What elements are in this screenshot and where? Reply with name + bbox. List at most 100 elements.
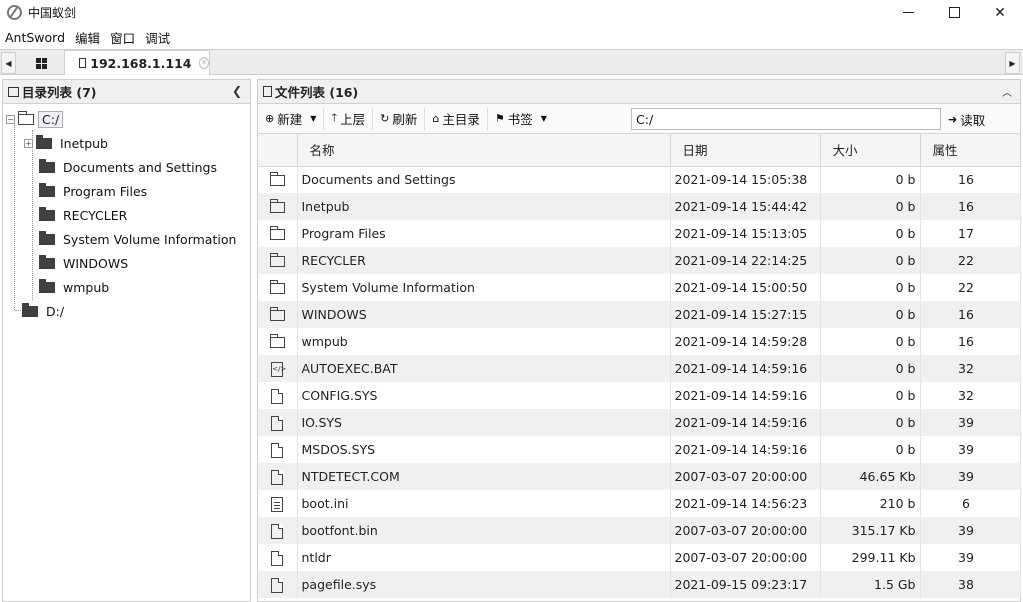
table-row[interactable]: Inetpub 2021-09-14 15:44:42 0 b 16 (258, 193, 1021, 220)
tab-close-icon[interactable]: ✕ (199, 57, 209, 69)
triangle-left-icon: ◀ (5, 58, 12, 68)
cell-name: IO.SYS (297, 409, 671, 436)
folder-icon (39, 230, 55, 245)
window-controls: ✕ (885, 0, 1023, 25)
tab-bar: ◀ 192.168.1.114 ✕ ▶ (0, 49, 1023, 75)
tab-scroll-left-button[interactable]: ◀ (1, 52, 16, 74)
collapse-up-icon[interactable]: ︿ (1002, 84, 1012, 99)
tree-item-documents-and-settings[interactable]: Documents and Settings (39, 155, 217, 179)
file-table-header: 名称 日期 大小 属性 (258, 134, 1021, 167)
collapse-node-icon[interactable]: − (6, 114, 15, 124)
tree-item-windows[interactable]: WINDOWS (39, 251, 128, 275)
table-row[interactable]: RECYCLER 2021-09-14 22:14:25 0 b 22 (258, 247, 1021, 274)
cell-name: System Volume Information (297, 274, 671, 301)
cell-date: 2021-09-14 15:27:15 (670, 301, 821, 328)
table-row[interactable]: ntldr 2007-03-07 20:00:00 299.11 Kb 39 (258, 544, 1021, 571)
triangle-right-icon: ▶ (1009, 58, 1016, 68)
close-button[interactable]: ✕ (977, 0, 1023, 25)
table-row[interactable]: wmpub 2021-09-14 14:59:28 0 b 16 (258, 328, 1021, 355)
cell-icon (258, 382, 298, 409)
tree-item-label: Program Files (63, 183, 148, 199)
table-row[interactable]: CONFIG.SYS 2021-09-14 14:59:16 0 b 32 (258, 382, 1021, 409)
tree-item-label: WINDOWS (63, 255, 129, 271)
cell-name: wmpub (297, 328, 671, 355)
folder-icon (39, 158, 55, 173)
new-button-label: 新建 (277, 112, 303, 127)
cell-date: 2021-09-14 14:59:16 (670, 355, 821, 382)
menu-bar: AntSword 编辑 窗口 调试 (0, 26, 175, 48)
plus-circle-icon: ⊕ (265, 112, 275, 125)
cell-icon (258, 247, 298, 274)
column-header-icon (258, 134, 298, 167)
cell-icon (258, 193, 298, 220)
expand-node-icon[interactable]: + (24, 138, 33, 148)
tree-item-d[interactable]: D:/ (22, 299, 64, 323)
menu-antsword[interactable]: AntSword (0, 30, 70, 45)
column-header-attr[interactable]: 属性 (920, 134, 1021, 167)
collapse-left-icon[interactable]: ❮ (232, 84, 242, 98)
menu-edit[interactable]: 编辑 (70, 28, 105, 47)
tree-item-wmpub[interactable]: wmpub (39, 275, 109, 299)
cell-size: 315.17 Kb (820, 517, 921, 544)
new-button[interactable]: ⊕ 新建 ▼ (258, 107, 325, 130)
table-row[interactable]: NTDETECT.COM 2007-03-07 20:00:00 46.65 Kb 3… (258, 463, 1021, 490)
bookmark-icon: ⚑ (494, 112, 505, 125)
document-icon (79, 58, 87, 68)
read-button[interactable]: ➜ 读取 (948, 108, 985, 130)
tab-shell-label: 192.168.1.114 (90, 55, 192, 71)
folder-icon (269, 280, 285, 294)
path-input[interactable] (631, 108, 941, 130)
column-header-date[interactable]: 日期 (670, 134, 821, 167)
up-button[interactable]: 🡑 上层 (324, 107, 374, 130)
home-icon: ⌂ (432, 112, 440, 125)
cell-date: 2021-09-14 14:59:16 (670, 436, 821, 463)
text-file-icon (271, 496, 284, 512)
column-header-size[interactable]: 大小 (820, 134, 921, 167)
cell-date: 2021-09-14 22:14:25 (670, 247, 821, 274)
cell-attr: 6 (920, 490, 1021, 517)
home-button[interactable]: ⌂ 主目录 (425, 107, 488, 130)
tree-guide-line (14, 118, 15, 310)
refresh-button[interactable]: ↻ 刷新 (373, 107, 426, 130)
cell-date: 2021-09-14 14:59:28 (670, 328, 821, 355)
cell-name: Documents and Settings (297, 166, 671, 193)
bookmark-button[interactable]: ⚑ 书签 ▼ (488, 108, 554, 130)
tree-item-inetpub[interactable]: + Inetpub (24, 131, 108, 155)
tree-item-program-files[interactable]: Program Files (39, 179, 147, 203)
tree-item-c[interactable]: − C:/ (6, 107, 64, 131)
cell-size: 0 b (820, 301, 921, 328)
cell-date: 2007-03-07 20:00:00 (670, 517, 821, 544)
up-button-label: 上层 (340, 112, 366, 127)
column-header-name[interactable]: 名称 (297, 134, 671, 167)
tab-home-grid[interactable] (22, 52, 60, 74)
folder-icon (269, 253, 285, 267)
caret-down-icon: ▼ (540, 114, 547, 123)
table-row[interactable]: bootfont.bin 2007-03-07 20:00:00 315.17 Kb… (258, 517, 1021, 544)
table-row[interactable]: IO.SYS 2021-09-14 14:59:16 0 b 39 (258, 409, 1021, 436)
table-row[interactable]: </> AUTOEXEC.BAT 2021-09-14 14:59:16 0 b 32 (258, 355, 1021, 382)
close-icon: ✕ (994, 4, 1006, 21)
arrow-right-icon: ➜ (948, 112, 958, 126)
menu-window[interactable]: 窗口 (105, 28, 140, 47)
bookmark-button-label: 书签 (507, 112, 533, 127)
table-row[interactable]: boot.ini 2021-09-14 14:56:23 210 b6 (258, 490, 1021, 517)
table-row[interactable]: Documents and Settings 2021-09-14 15:05:3… (258, 166, 1021, 193)
cell-name: AUTOEXEC.BAT (297, 355, 671, 382)
menu-debug[interactable]: 调试 (140, 28, 175, 47)
tree-item-recycler[interactable]: RECYCLER (39, 203, 127, 227)
file-icon (271, 415, 284, 431)
cell-name: ntldr (297, 544, 671, 571)
maximize-button[interactable] (931, 0, 977, 25)
minimize-button[interactable] (885, 0, 931, 25)
caret-down-icon: ▼ (310, 114, 317, 123)
table-row[interactable]: MSDOS.SYS 2021-09-14 14:59:16 0 b 39 (258, 436, 1021, 463)
tree-item-system-volume-information[interactable]: System Volume Information (39, 227, 236, 251)
table-row[interactable]: pagefile.sys 2021-09-15 09:23:17 1.5 Gb 38 (258, 571, 1021, 598)
table-row[interactable]: WINDOWS 2021-09-14 15:27:15 0 b 16 (258, 301, 1021, 328)
tab-scroll-right-button[interactable]: ▶ (1005, 52, 1020, 74)
cell-attr: 16 (920, 328, 1021, 355)
table-row[interactable]: System Volume Information 2021-09-14 15:0… (258, 274, 1021, 301)
cell-icon (258, 328, 298, 355)
table-row[interactable]: Program Files 2021-09-14 15:13:05 0 b 17 (258, 220, 1021, 247)
tab-shell[interactable]: 192.168.1.114 ✕ (64, 50, 210, 75)
